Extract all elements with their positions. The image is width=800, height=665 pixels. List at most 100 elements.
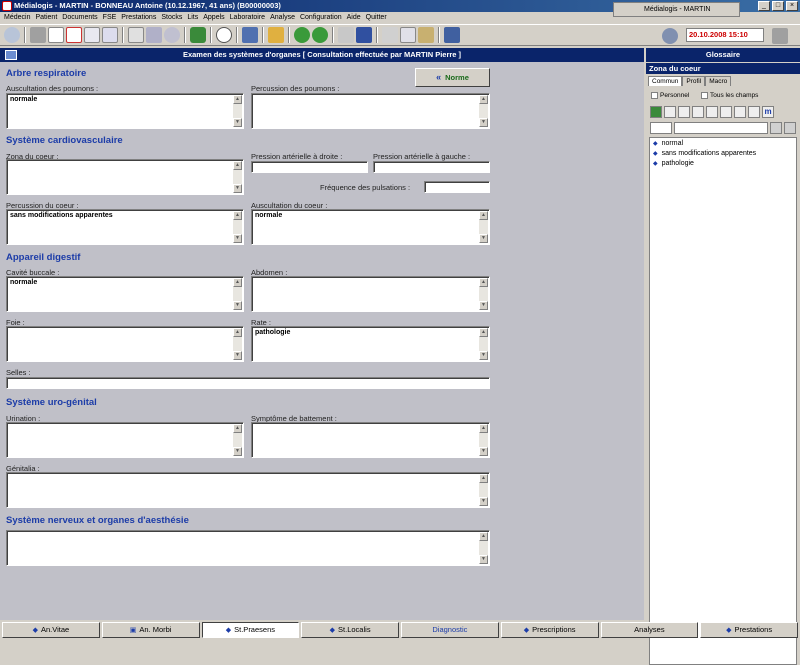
scroll-down-icon[interactable]: ▼ <box>479 497 488 506</box>
tab-prescriptions[interactable]: ◆ Prescriptions <box>500 622 599 638</box>
menu-analyse[interactable]: Analyse <box>270 12 295 23</box>
ruler-icon[interactable] <box>338 27 354 43</box>
filter-icon[interactable] <box>784 122 796 134</box>
copy-icon[interactable] <box>400 27 416 43</box>
scrollbar[interactable]: ▲ ▼ <box>479 95 488 127</box>
scroll-down-icon[interactable]: ▼ <box>479 301 488 310</box>
search-icon[interactable] <box>4 27 20 43</box>
scroll-up-icon[interactable]: ▲ <box>233 95 242 104</box>
scroll-up-icon[interactable]: ▲ <box>479 328 488 337</box>
personnel-checkbox[interactable]: Personnel <box>651 92 689 99</box>
scroll-up-icon[interactable]: ▲ <box>233 161 242 170</box>
scroll-up-icon[interactable]: ▲ <box>479 532 488 541</box>
norme-button[interactable]: «Norme <box>415 68 490 87</box>
scroll-down-icon[interactable]: ▼ <box>233 118 242 127</box>
tab-an-vitae[interactable]: ◆ An.Vitae <box>2 622 100 638</box>
scroll-down-icon[interactable]: ▼ <box>479 555 488 564</box>
pression-droite-input[interactable] <box>251 161 368 173</box>
page-icon[interactable] <box>84 27 100 43</box>
tab-prestations[interactable]: ◆ Prestations <box>700 622 798 638</box>
datetime-field[interactable]: 20.10.2008 15:10 <box>686 28 764 42</box>
checkbox-box[interactable] <box>651 92 658 99</box>
folder-add-icon[interactable] <box>268 27 284 43</box>
menu-configuration[interactable]: Configuration <box>300 12 342 23</box>
scrollbar[interactable]: ▲ ▼ <box>233 95 242 127</box>
tab-an-morbi[interactable]: ▣ An. Morbi <box>101 622 200 638</box>
clock-icon[interactable] <box>216 27 232 43</box>
abdomen-field[interactable]: ▲ ▼ <box>251 276 490 312</box>
foie-field[interactable]: ▲ ▼ <box>6 326 244 362</box>
document-red-icon[interactable] <box>66 27 82 43</box>
percussion-coeur-field[interactable]: sans modifications apparentes ▲ ▼ <box>6 209 244 245</box>
scroll-down-icon[interactable]: ▼ <box>233 301 242 310</box>
tab-commun[interactable]: Commun <box>648 76 683 86</box>
scroll-up-icon[interactable]: ▲ <box>479 424 488 433</box>
list-icon[interactable] <box>356 27 372 43</box>
list-item[interactable]: ◆ sans modifications apparentes <box>650 148 796 158</box>
scroll-up-icon[interactable]: ▲ <box>233 424 242 433</box>
scrollbar[interactable]: ▲ ▼ <box>233 424 242 456</box>
scroll-down-icon[interactable]: ▼ <box>233 447 242 456</box>
glossary-search-input[interactable] <box>674 122 768 134</box>
scrollbar[interactable]: ▲ ▼ <box>479 211 488 243</box>
symptome-field[interactable]: ▲ ▼ <box>251 422 490 458</box>
maximize-button[interactable]: □ <box>772 1 784 11</box>
monitor-icon[interactable] <box>242 27 258 43</box>
menu-quitter[interactable]: Quitter <box>366 12 387 23</box>
fax-icon[interactable] <box>146 27 162 43</box>
menu-lits[interactable]: Lits <box>187 12 198 23</box>
exit-door-icon[interactable] <box>772 28 788 44</box>
forward-icon[interactable] <box>312 27 328 43</box>
up-icon[interactable] <box>720 106 732 118</box>
scroll-up-icon[interactable]: ▲ <box>479 278 488 287</box>
scroll-up-icon[interactable]: ▲ <box>479 95 488 104</box>
text-icon[interactable] <box>748 106 760 118</box>
auscultation-coeur-field[interactable]: normale ▲ ▼ <box>251 209 490 245</box>
scrollbar[interactable]: ▲ ▼ <box>479 474 488 506</box>
new-icon[interactable] <box>664 106 676 118</box>
tab-analyses[interactable]: Analyses <box>600 622 699 638</box>
table-icon[interactable] <box>692 106 704 118</box>
cavite-buccale-field[interactable]: normale ▲ ▼ <box>6 276 244 312</box>
tous-champs-checkbox[interactable]: Tous les champs <box>701 92 758 99</box>
phone-icon[interactable] <box>190 27 206 43</box>
genitalia-field[interactable]: ▲ ▼ <box>6 472 490 508</box>
scroll-up-icon[interactable]: ▲ <box>479 474 488 483</box>
list-item[interactable]: ◆ pathologie <box>650 158 796 168</box>
frequence-input[interactable] <box>424 181 490 193</box>
scroll-down-icon[interactable]: ▼ <box>479 351 488 360</box>
menu-stocks[interactable]: Stocks <box>161 12 182 23</box>
scroll-down-icon[interactable]: ▼ <box>479 118 488 127</box>
paste-icon[interactable] <box>418 27 434 43</box>
menu-patient[interactable]: Patient <box>35 12 57 23</box>
zona-coeur-field[interactable]: ▲ ▼ <box>6 159 244 195</box>
scrollbar[interactable]: ▲ ▼ <box>479 328 488 360</box>
scrollbar[interactable]: ▲ ▼ <box>233 161 242 193</box>
tab-st-localis[interactable]: ◆ St.Localis <box>301 622 399 638</box>
menu-aide[interactable]: Aide <box>347 12 361 23</box>
user-computer-icon[interactable] <box>444 27 460 43</box>
menu-appels[interactable]: Appels <box>203 12 224 23</box>
tab-macro[interactable]: Macro <box>705 76 732 86</box>
printer-icon[interactable] <box>30 27 46 43</box>
user-icon[interactable] <box>645 28 661 44</box>
scroll-down-icon[interactable]: ▼ <box>233 184 242 193</box>
scroll-up-icon[interactable]: ▲ <box>233 328 242 337</box>
close-button[interactable]: × <box>786 1 798 11</box>
scroll-down-icon[interactable]: ▼ <box>233 234 242 243</box>
macro-icon[interactable]: m <box>762 106 774 118</box>
form-icon[interactable] <box>102 27 118 43</box>
search-go-icon[interactable] <box>770 122 782 134</box>
tab-diagnostic[interactable]: Diagnostic <box>401 622 499 638</box>
pression-gauche-input[interactable] <box>373 161 490 173</box>
menu-documents[interactable]: Documents <box>62 12 97 23</box>
menu-laboratoire[interactable]: Laboratoire <box>230 12 265 23</box>
scroll-up-icon[interactable]: ▲ <box>479 211 488 220</box>
scroll-up-icon[interactable]: ▲ <box>233 211 242 220</box>
mail-icon[interactable] <box>128 27 144 43</box>
auscultation-poumons-field[interactable]: normale ▲ ▼ <box>6 93 244 129</box>
scrollbar[interactable]: ▲ ▼ <box>479 278 488 310</box>
scroll-down-icon[interactable]: ▼ <box>479 447 488 456</box>
scrollbar[interactable]: ▲ ▼ <box>233 211 242 243</box>
scrollbar[interactable]: ▲ ▼ <box>233 278 242 310</box>
